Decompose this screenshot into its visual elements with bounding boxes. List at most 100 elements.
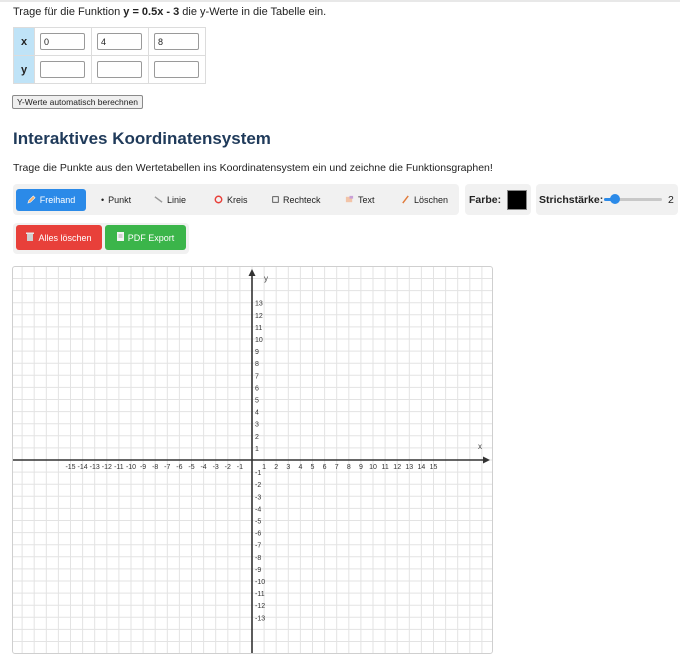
y-tick-label: 8 xyxy=(255,361,259,368)
x-tick-label: -9 xyxy=(140,464,146,471)
trash-icon xyxy=(26,232,35,243)
x-tick-label: -2 xyxy=(225,464,231,471)
x-tick-label: -6 xyxy=(176,464,182,471)
tool-label: Löschen xyxy=(414,195,449,205)
x-tick-label: 12 xyxy=(393,464,401,471)
text-icon xyxy=(345,195,354,206)
drawing-canvas[interactable]: x y -15 -14 -13 -12 -11 -10 -9 -8 -7 -6 -5 -4 -3 -2 -1 1 2… xyxy=(12,266,493,654)
tool-rechteck[interactable]: Rechteck xyxy=(272,189,321,211)
x-tick-label: 2 xyxy=(274,464,278,471)
tool-label: Linie xyxy=(167,195,187,205)
line-icon xyxy=(154,195,163,206)
y-tick-label: -2 xyxy=(255,482,261,489)
drawing-toolbar: Freihand • Punkt Linie Kreis Rechteck Te… xyxy=(13,184,459,215)
color-swatch[interactable] xyxy=(507,190,527,210)
x-value-input-1[interactable] xyxy=(40,33,85,50)
tool-loeschen[interactable]: Löschen xyxy=(401,189,448,211)
tool-label: Text xyxy=(358,195,375,205)
y-tick-label: 10 xyxy=(255,337,263,344)
y-tick-label: -12 xyxy=(255,603,265,610)
x-axis-arrow xyxy=(483,456,490,464)
x-tick-label: -14 xyxy=(78,464,88,471)
x-tick-label: 4 xyxy=(298,464,302,471)
y-tick-label: -8 xyxy=(255,555,261,562)
y-tick-label: 5 xyxy=(255,398,259,405)
function-expression: y = 0.5x - 3 xyxy=(123,6,180,18)
x-tick-label: 14 xyxy=(418,464,426,471)
x-tick-label: 9 xyxy=(359,464,363,471)
x-header: x xyxy=(13,27,35,56)
tool-label: Freihand xyxy=(39,195,76,205)
y-tick-label: -10 xyxy=(255,579,265,586)
tool-label: Punkt xyxy=(108,195,132,205)
x-value-input-2[interactable] xyxy=(97,33,142,50)
slider-thumb[interactable] xyxy=(610,194,621,204)
action-bar: Alles löschen PDF Export xyxy=(13,223,189,254)
intro-suffix: die y-Werte in die Tabelle ein. xyxy=(179,6,327,18)
y-axis-arrow xyxy=(248,269,256,276)
y-tick-label: -7 xyxy=(255,543,261,550)
tool-label: Rechteck xyxy=(283,195,321,205)
color-label: Farbe: xyxy=(469,194,502,206)
x-tick-label: -7 xyxy=(164,464,170,471)
y-tick-label: 1 xyxy=(255,446,259,453)
eraser-icon xyxy=(401,194,410,206)
y-value-input-1[interactable] xyxy=(40,61,85,78)
y-tick-label: -5 xyxy=(255,519,261,526)
clear-all-button[interactable]: Alles löschen xyxy=(16,225,102,250)
y-value-input-3[interactable] xyxy=(154,61,199,78)
auto-calculate-button[interactable]: Y-Werte automatisch berechnen xyxy=(12,95,143,109)
y-tick-label: -1 xyxy=(255,470,261,477)
tool-kreis[interactable]: Kreis xyxy=(214,189,248,211)
x-tick-label: 6 xyxy=(323,464,327,471)
x-tick-label: 8 xyxy=(347,464,351,471)
y-tick-label: 4 xyxy=(255,410,259,417)
stroke-width-slider[interactable] xyxy=(604,194,662,204)
coordinate-system[interactable]: xy-15 -14 -13 -12 -11 -10 -9 -8 -7 -6 -5 -4 -3 -2 -1 1 2… xyxy=(13,267,492,653)
y-tick-label: -9 xyxy=(255,567,261,574)
x-tick-label: -11 xyxy=(114,464,124,471)
pdf-export-button[interactable]: PDF Export xyxy=(105,225,186,250)
table-row-y: y xyxy=(13,55,206,84)
color-picker-group: Farbe: xyxy=(465,184,531,215)
y-tick-label: 3 xyxy=(255,422,259,429)
x-tick-label: -15 xyxy=(65,464,75,471)
value-table: x y xyxy=(13,27,206,84)
x-tick-label: -5 xyxy=(188,464,194,471)
x-tick-label: 3 xyxy=(286,464,290,471)
tool-punkt[interactable]: • Punkt xyxy=(101,189,131,211)
clear-all-label: Alles löschen xyxy=(38,232,92,243)
intro-prefix: Trage für die Funktion xyxy=(13,6,124,18)
x-tick-label: -4 xyxy=(200,464,206,471)
x-tick-label: 11 xyxy=(381,464,388,471)
x-tick-label: -13 xyxy=(90,464,100,471)
y-tick-label: 6 xyxy=(255,385,259,392)
x-tick-label: 15 xyxy=(430,464,438,471)
document-icon xyxy=(116,232,124,243)
x-tick-label: -1 xyxy=(237,464,243,471)
y-tick-label: 13 xyxy=(255,301,263,308)
stroke-width-value: 2 xyxy=(668,194,674,206)
pencil-icon xyxy=(27,195,36,206)
y-tick-label: -6 xyxy=(255,531,261,538)
table-row-x: x xyxy=(13,27,206,56)
y-tick-label: -13 xyxy=(255,615,265,622)
x-tick-label: 7 xyxy=(335,464,339,471)
x-tick-label: 13 xyxy=(405,464,413,471)
x-value-input-3[interactable] xyxy=(154,33,199,50)
rectangle-icon xyxy=(272,195,279,205)
drawing-instruction: Trage die Punkte aus den Wertetabellen i… xyxy=(13,162,493,174)
y-tick-label: 12 xyxy=(255,313,263,320)
x-tick-label: 5 xyxy=(311,464,315,471)
x-tick-label: -12 xyxy=(102,464,112,471)
tool-text[interactable]: Text xyxy=(345,189,375,211)
x-axis-label: x xyxy=(478,442,482,451)
x-tick-label: -8 xyxy=(152,464,158,471)
x-tick-label: 10 xyxy=(369,464,377,471)
stroke-width-label: Strichstärke: xyxy=(539,194,604,206)
y-value-input-2[interactable] xyxy=(97,61,142,78)
tool-linie[interactable]: Linie xyxy=(154,189,186,211)
tool-freihand[interactable]: Freihand xyxy=(16,189,86,211)
y-tick-label: -4 xyxy=(255,506,261,513)
top-divider xyxy=(0,0,680,2)
